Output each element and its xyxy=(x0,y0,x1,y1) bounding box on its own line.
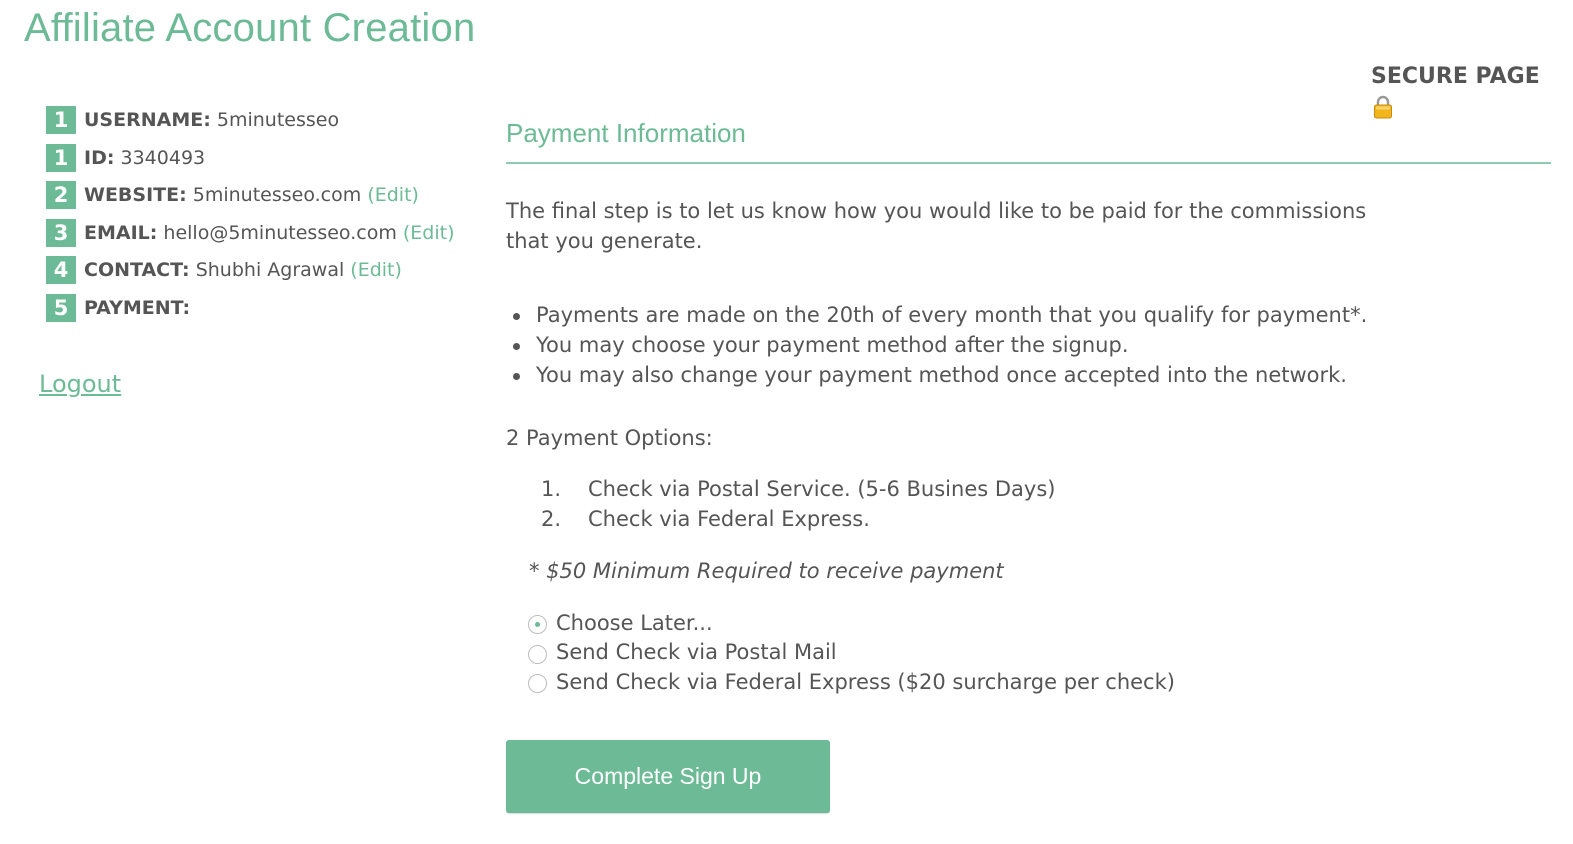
step-value: 5minutesseo xyxy=(216,109,340,131)
signup-steps: 1 USERNAME: 5minutesseo 1 ID: 3340493 2 … xyxy=(46,106,455,332)
step-username: 1 USERNAME: 5minutesseo xyxy=(46,106,455,144)
radio-postal-mail[interactable]: Send Check via Postal Mail xyxy=(528,638,1175,668)
edit-contact-link[interactable]: (Edit) xyxy=(350,259,402,281)
list-item: You may choose your payment method after… xyxy=(506,330,1367,360)
step-value: hello@5minutesseo.com xyxy=(163,221,397,244)
page-title: Affiliate Account Creation xyxy=(24,6,476,50)
step-number-badge: 1 xyxy=(46,106,76,134)
radio-label[interactable]: Send Check via Federal Express ($20 surc… xyxy=(556,670,1175,694)
payment-method-radio-group: Choose Later... Send Check via Postal Ma… xyxy=(528,608,1175,697)
option-label: Check via Postal Service. (5-6 Busines D… xyxy=(588,477,1056,501)
step-value: Shubhi Agrawal xyxy=(195,259,345,282)
radio-button[interactable] xyxy=(528,644,547,664)
option-number: 1. xyxy=(541,477,562,501)
step-text: USERNAME: 5minutesseo xyxy=(84,106,339,134)
step-text: CONTACT: Shubhi Agrawal (Edit) xyxy=(84,256,402,284)
step-number-badge: 4 xyxy=(46,256,76,285)
payment-info-list: Payments are made on the 20th of every m… xyxy=(506,300,1367,390)
step-payment: 5 PAYMENT: xyxy=(46,293,455,332)
complete-sign-up-button[interactable]: Complete Sign Up xyxy=(506,740,830,813)
step-text: WEBSITE: 5minutesseo.com (Edit) xyxy=(84,181,419,209)
step-number-badge: 1 xyxy=(46,143,76,172)
step-contact: 4 CONTACT: Shubhi Agrawal (Edit) xyxy=(46,256,455,294)
step-key: EMAIL: xyxy=(84,221,158,244)
step-key: PAYMENT: xyxy=(84,296,191,319)
step-key: CONTACT: xyxy=(84,259,190,282)
step-website: 2 WEBSITE: 5minutesseo.com (Edit) xyxy=(46,181,455,219)
lock-icon xyxy=(1374,95,1392,119)
step-text: EMAIL: hello@5minutesseo.com (Edit) xyxy=(84,219,455,247)
option-label: Check via Federal Express. xyxy=(588,507,870,531)
step-number-badge: 5 xyxy=(46,293,76,322)
step-number-badge: 3 xyxy=(46,218,76,247)
radio-button[interactable] xyxy=(528,615,547,635)
list-item: Payments are made on the 20th of every m… xyxy=(506,300,1367,330)
radio-button[interactable] xyxy=(528,674,547,694)
radio-federal-express[interactable]: Send Check via Federal Express ($20 surc… xyxy=(528,667,1175,697)
logout-link[interactable]: Logout xyxy=(39,370,121,398)
list-item: You may also change your payment method … xyxy=(506,360,1367,390)
step-text: ID: 3340493 xyxy=(84,144,205,172)
payment-options-list: 1. Check via Postal Service. (5-6 Busines… xyxy=(541,474,1055,534)
step-value: 3340493 xyxy=(120,146,206,169)
step-id: 1 ID: 3340493 xyxy=(46,143,455,182)
step-value: 5minutesseo.com xyxy=(192,184,362,207)
step-email: 3 EMAIL: hello@5minutesseo.com (Edit) xyxy=(46,218,455,257)
radio-label[interactable]: Choose Later... xyxy=(556,611,713,635)
step-key: ID: xyxy=(84,146,115,169)
step-key: USERNAME: xyxy=(84,109,211,131)
step-number-badge: 2 xyxy=(46,181,76,210)
edit-website-link[interactable]: (Edit) xyxy=(367,184,419,206)
step-key: WEBSITE: xyxy=(84,184,187,207)
secure-page-badge: SECURE PAGE xyxy=(1371,64,1540,119)
list-item: 1. Check via Postal Service. (5-6 Busines… xyxy=(541,474,1055,504)
payment-options-heading: 2 Payment Options: xyxy=(506,426,713,450)
section-divider xyxy=(506,162,1551,164)
list-item: 2. Check via Federal Express. xyxy=(541,504,1055,534)
option-number: 2. xyxy=(541,507,562,531)
payment-intro: The final step is to let us know how you… xyxy=(506,199,1367,253)
edit-email-link[interactable]: (Edit) xyxy=(403,222,455,244)
radio-choose-later[interactable]: Choose Later... xyxy=(528,608,1175,638)
step-text: PAYMENT: xyxy=(84,294,190,322)
radio-label[interactable]: Send Check via Postal Mail xyxy=(556,640,837,664)
section-title: Payment Information xyxy=(506,118,746,148)
minimum-payment-note: * $50 Minimum Required to receive paymen… xyxy=(529,559,1004,583)
secure-page-label: SECURE PAGE xyxy=(1371,64,1540,89)
